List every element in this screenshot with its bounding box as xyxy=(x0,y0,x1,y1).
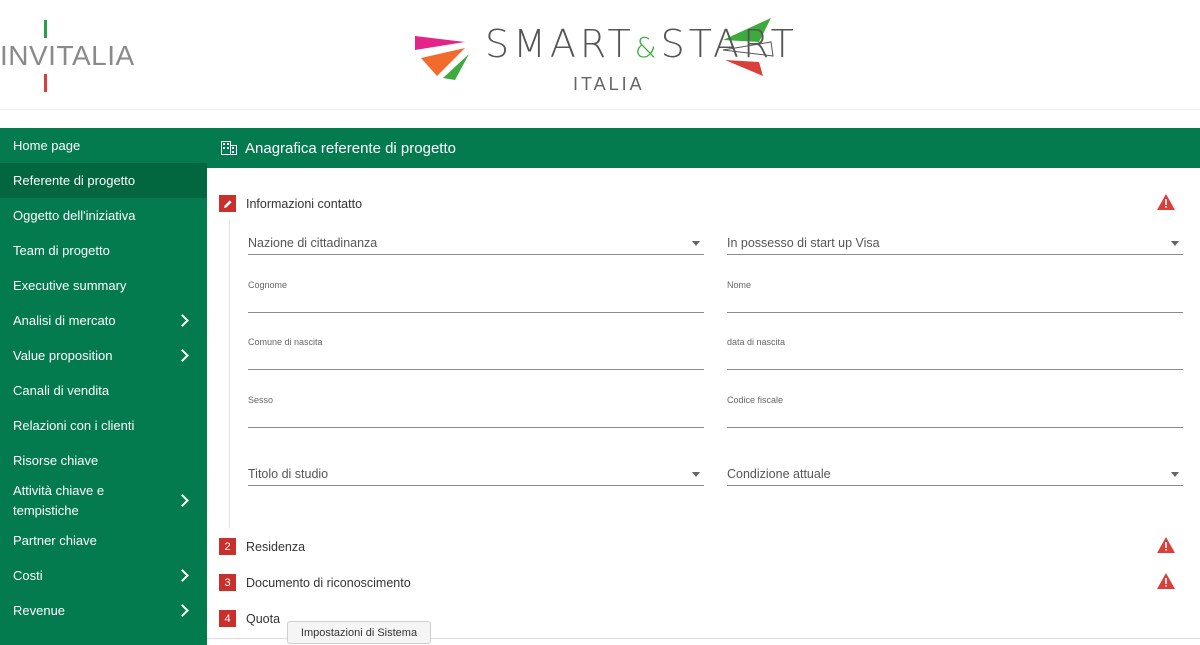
sidebar-item-partner-chiave[interactable]: Partner chiave xyxy=(0,523,207,558)
field-label: Comune di nascita xyxy=(248,337,323,347)
italia-subtitle: ITALIA xyxy=(573,74,645,94)
step-badge xyxy=(219,195,236,212)
sidebar-item-label: Costi xyxy=(13,568,43,583)
field-label: Codice fiscale xyxy=(727,395,784,405)
chevron-right-icon xyxy=(176,348,189,362)
sidebar-item-label: Relazioni con i clienti xyxy=(13,418,135,433)
sidebar-item-label: Value proposition xyxy=(13,348,113,363)
field-label: Nome xyxy=(727,280,752,290)
sidebar-item-attivita-chiave[interactable]: Attività chiave e tempistiche xyxy=(0,478,207,523)
building-icon xyxy=(221,141,237,155)
step-residenza[interactable]: 2 Residenza xyxy=(219,537,1189,555)
sidebar-item-home-page[interactable]: Home page xyxy=(0,128,207,163)
titolo-studio-select[interactable]: Titolo di studio xyxy=(248,465,704,486)
cognome-field[interactable]: Cognome xyxy=(248,278,704,313)
page-title-bar: Anagrafica referente di progetto xyxy=(207,128,1200,168)
step-badge: 4 xyxy=(219,610,236,627)
sidebar-item-label: Team di progetto xyxy=(13,243,110,258)
step-badge: 2 xyxy=(219,538,236,555)
sidebar-item-revenue[interactable]: Revenue xyxy=(0,593,207,628)
sidebar-item-label: Analisi di mercato xyxy=(13,313,116,328)
sidebar-item-analisi-di-mercato[interactable]: Analisi di mercato xyxy=(0,303,207,338)
field-label: Sesso xyxy=(248,395,274,405)
dropdown-arrow-icon xyxy=(692,472,700,477)
sidebar-item-label: Home page xyxy=(13,138,81,153)
smart-start-logo: SMART&START ITALIA xyxy=(413,16,794,102)
chevron-right-icon xyxy=(176,603,189,617)
select-value: In possesso di start up Visa xyxy=(727,236,880,250)
sidebar-item-label: Oggetto dell'iniziativa xyxy=(13,208,136,223)
sidebar-item-label: Attività chiave e tempistiche xyxy=(13,482,105,518)
step-label: Documento di riconoscimento xyxy=(246,575,411,590)
step-label: Informazioni contatto xyxy=(246,196,363,211)
sidebar-item-executive-summary[interactable]: Executive summary xyxy=(0,268,207,303)
sidebar-item-label: Executive summary xyxy=(13,278,127,293)
main-content: Anagrafica referente di progetto Informa… xyxy=(207,128,1200,645)
select-value: Nazione di cittadinanza xyxy=(248,236,378,250)
pencil-icon xyxy=(223,199,232,208)
condizione-attuale-select[interactable]: Condizione attuale xyxy=(727,465,1183,486)
warning-icon xyxy=(1157,573,1175,589)
chevron-right-icon xyxy=(176,493,189,507)
select-value: Condizione attuale xyxy=(727,467,831,481)
sidebar-item-label: Partner chiave xyxy=(13,533,97,548)
step-label: Quota xyxy=(246,611,281,626)
smart-start-wordmark: SMART&START xyxy=(485,22,798,66)
field-label: Cognome xyxy=(248,280,288,290)
system-settings-tooltip: Impostazioni di Sistema xyxy=(287,621,431,644)
sidebar-item-risorse-chiave[interactable]: Risorse chiave xyxy=(0,443,207,478)
step-informazioni-contatto[interactable]: Informazioni contatto xyxy=(219,194,1189,212)
sesso-field[interactable]: Sesso xyxy=(248,393,704,428)
sidebar-item-label: Risorse chiave xyxy=(13,453,99,468)
data-nascita-field[interactable]: data di nascita xyxy=(727,335,1183,370)
sidebar-nav: Home page Referente di progetto Oggetto … xyxy=(0,128,207,645)
sidebar-item-relazioni-con-i-clienti[interactable]: Relazioni con i clienti xyxy=(0,408,207,443)
warning-icon xyxy=(1157,194,1175,210)
sidebar-item-referente-di-progetto[interactable]: Referente di progetto xyxy=(0,163,207,198)
step-label: Residenza xyxy=(246,539,306,554)
step-badge: 3 xyxy=(219,574,236,591)
sidebar-item-label: Referente di progetto xyxy=(13,173,136,188)
sidebar-item-label: Revenue xyxy=(13,603,66,618)
step-documento-riconoscimento[interactable]: 3 Documento di riconoscimento xyxy=(219,573,1189,591)
select-value: Titolo di studio xyxy=(248,467,329,481)
chevron-right-icon xyxy=(176,313,189,327)
logo-green-bar xyxy=(44,20,47,38)
start-word: START xyxy=(660,22,798,66)
nazione-cittadinanza-select[interactable]: Nazione di cittadinanza xyxy=(248,234,704,255)
stepper-line xyxy=(229,220,230,528)
dropdown-arrow-icon xyxy=(692,241,700,246)
codice-fiscale-field[interactable]: Codice fiscale xyxy=(727,393,1183,428)
page-title: Anagrafica referente di progetto xyxy=(245,139,456,157)
invitalia-logo-text: INVITALIA xyxy=(0,40,135,71)
sidebar-item-costi[interactable]: Costi xyxy=(0,558,207,593)
sidebar-item-canali-di-vendita[interactable]: Canali di vendita xyxy=(0,373,207,408)
ampersand: & xyxy=(634,31,661,64)
smart-word: SMART xyxy=(485,22,635,66)
sidebar-item-label: Canali di vendita xyxy=(13,383,110,398)
sidebar-item-oggetto-iniziativa[interactable]: Oggetto dell'iniziativa xyxy=(0,198,207,233)
logo-red-bar xyxy=(44,74,47,92)
comune-nascita-field[interactable]: Comune di nascita xyxy=(248,335,704,370)
nome-field[interactable]: Nome xyxy=(727,278,1183,313)
invitalia-logo[interactable]: INVITALIA xyxy=(0,20,135,92)
field-label: data di nascita xyxy=(727,337,786,347)
warning-icon xyxy=(1157,537,1175,553)
sidebar-item-value-proposition[interactable]: Value proposition xyxy=(0,338,207,373)
dropdown-arrow-icon xyxy=(1171,472,1179,477)
chevron-right-icon xyxy=(176,568,189,582)
sidebar-item-team-di-progetto[interactable]: Team di progetto xyxy=(0,233,207,268)
startup-visa-select[interactable]: In possesso di start up Visa xyxy=(727,234,1183,255)
dropdown-arrow-icon xyxy=(1171,241,1179,246)
app-header: INVITALIA SMART&START ITALIA xyxy=(0,0,1200,110)
